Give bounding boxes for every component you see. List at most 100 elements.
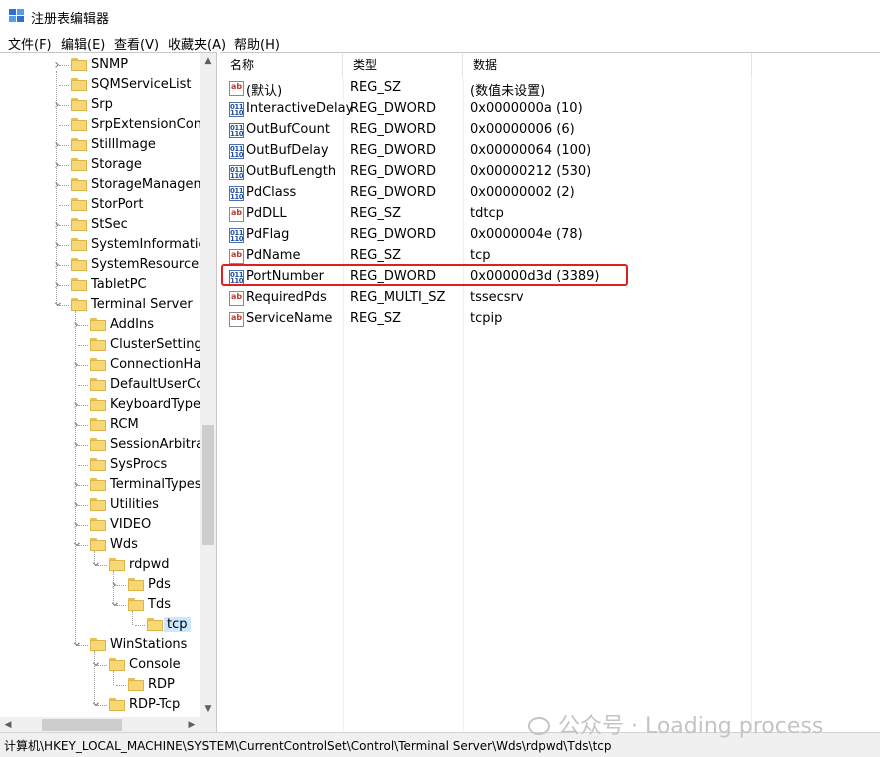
tree-item[interactable]: SrpExtensionConfig <box>0 115 200 135</box>
tree-item[interactable]: › SystemResources <box>0 255 200 275</box>
value-row[interactable]: 011 110 PdClass REG_DWORD 0x00000002 (2) <box>220 183 880 204</box>
tree-item[interactable]: ›KeyboardType Mapping <box>0 395 200 415</box>
tree-connector <box>59 85 69 86</box>
tree-item[interactable]: ›SessionArbitrationHelper <box>0 435 200 455</box>
scroll-down-icon[interactable]: ▼ <box>200 701 216 717</box>
tree-item[interactable]: StorPort <box>0 195 200 215</box>
folder-icon <box>71 98 87 111</box>
scroll-up-icon[interactable]: ▲ <box>200 53 216 69</box>
value-row[interactable]: 011 110 PdFlag REG_DWORD 0x0000004e (78) <box>220 225 880 246</box>
tree-item[interactable]: ›ConnectionHandler <box>0 355 200 375</box>
tree-connector <box>116 685 126 686</box>
tree-item[interactable]: › Srp <box>0 95 200 115</box>
value-row[interactable]: ab ServiceName REG_SZ tcpip <box>220 309 880 330</box>
column-header-name[interactable]: 名称 <box>220 53 343 77</box>
tree-item[interactable]: › SNMP <box>0 55 200 75</box>
value-data: tssecsrv <box>470 290 524 305</box>
value-row[interactable]: 011 110 InteractiveDelay REG_DWORD 0x000000… <box>220 99 880 120</box>
value-type: REG_DWORD <box>350 164 436 179</box>
values-list-pane[interactable]: 名称 类型 数据 ab (默认) REG_SZ (数值未设置) 011 110 Inter… <box>220 52 880 733</box>
tree-item[interactable]: ⌄ WinStations <box>0 635 200 655</box>
folder-icon <box>71 58 87 71</box>
tree-connector <box>78 525 88 526</box>
tree-item-label: TerminalTypes <box>110 477 200 492</box>
tree-connector <box>59 105 69 106</box>
tree-item-label: WinStations <box>110 637 188 652</box>
tree-item-label: Wds <box>110 537 138 552</box>
column-header-data[interactable]: 数据 <box>463 53 752 77</box>
string-value-icon: ab <box>229 249 244 264</box>
value-data: 0x0000000a (10) <box>470 101 583 116</box>
tree-item[interactable]: ›SystemInformation <box>0 235 200 255</box>
tree-item[interactable]: › Utilities <box>0 495 200 515</box>
menu-item-1[interactable]: 编辑(E) <box>61 34 105 53</box>
tree-item[interactable]: SysProcs <box>0 455 200 475</box>
scroll-left-icon[interactable]: ◀ <box>0 717 16 733</box>
tree-item[interactable]: SQMServiceList <box>0 75 200 95</box>
key-tree-pane[interactable]: ›SNMP SQMServiceList ›Srp SrpExtensionConfi… <box>0 52 217 733</box>
folder-icon <box>71 138 87 151</box>
tree-connector <box>56 71 57 305</box>
folder-icon <box>147 618 163 631</box>
value-name: OutBufDelay <box>246 143 329 158</box>
tree-item-label: TabletPC <box>91 277 147 292</box>
value-name: PdFlag <box>246 227 290 242</box>
tree-item[interactable]: › RCM <box>0 415 200 435</box>
tree-item-label: StorPort <box>91 197 144 212</box>
folder-icon <box>128 578 144 591</box>
menu-item-4[interactable]: 帮助(H) <box>234 34 280 53</box>
title-bar[interactable]: 注册表编辑器 <box>0 0 880 32</box>
tree-item-label: Pds <box>148 577 171 592</box>
tree-item[interactable]: ⌄ Console <box>0 655 200 675</box>
tree-item[interactable]: DefaultUserConfiguration <box>0 375 200 395</box>
scroll-thumb[interactable] <box>202 425 214 545</box>
tree-connector <box>59 185 69 186</box>
tree-item[interactable]: › Pds <box>0 575 200 595</box>
tree-connector <box>116 585 126 586</box>
value-type: REG_DWORD <box>350 185 436 200</box>
regedit-app-icon <box>9 9 24 22</box>
tree-item[interactable]: ⌄ Tds <box>0 595 200 615</box>
tree-item[interactable]: › VIDEO <box>0 515 200 535</box>
menu-item-2[interactable]: 查看(V) <box>114 34 159 53</box>
tree-item-label: Console <box>129 657 181 672</box>
value-name: ServiceName <box>246 311 333 326</box>
window-title: 注册表编辑器 <box>31 12 110 27</box>
column-header-type[interactable]: 类型 <box>343 53 463 77</box>
tree-item[interactable]: ›StorageManagement <box>0 175 200 195</box>
tree-vertical-scrollbar[interactable]: ▲ ▼ <box>200 53 216 717</box>
tree-item[interactable]: tcp <box>0 615 200 635</box>
tree-item[interactable]: RDP <box>0 675 200 695</box>
watermark-text: 公众号 · Loading process <box>558 714 824 739</box>
key-tree[interactable]: ›SNMP SQMServiceList ›Srp SrpExtensionConfi… <box>0 53 200 717</box>
value-row[interactable]: ab RequiredPds REG_MULTI_SZ tssecsrv <box>220 288 880 309</box>
tree-item[interactable]: › TabletPC <box>0 275 200 295</box>
tree-item[interactable]: › StSec <box>0 215 200 235</box>
tree-item[interactable]: ⌄ rdpwd <box>0 555 200 575</box>
tree-item-label: RDP <box>148 677 175 692</box>
value-row[interactable]: 011 110 OutBufDelay REG_DWORD 0x00000064 (1… <box>220 141 880 162</box>
tree-item[interactable]: ⌄ Terminal Server <box>0 295 200 315</box>
value-row[interactable]: ab PdDLL REG_SZ tdtcp <box>220 204 880 225</box>
scroll-thumb-horizontal[interactable] <box>42 719 122 731</box>
menu-item-3[interactable]: 收藏夹(A) <box>168 34 226 53</box>
value-type: REG_SZ <box>350 248 401 263</box>
tree-item[interactable]: › Storage <box>0 155 200 175</box>
tree-item[interactable]: › AddIns <box>0 315 200 335</box>
tree-connector <box>78 385 88 386</box>
menu-item-0[interactable]: 文件(F) <box>8 34 52 53</box>
scroll-right-icon[interactable]: ▶ <box>184 717 200 733</box>
tree-horizontal-scrollbar[interactable]: ◀ ▶ <box>0 717 200 733</box>
tree-item[interactable]: › StillImage <box>0 135 200 155</box>
value-row[interactable]: 011 110 OutBufLength REG_DWORD 0x00000212 (… <box>220 162 880 183</box>
value-row[interactable]: 011 110 OutBufCount REG_DWORD 0x00000006 (6… <box>220 120 880 141</box>
tree-item[interactable]: › TerminalTypes <box>0 475 200 495</box>
current-key-path: 计算机\HKEY_LOCAL_MACHINE\SYSTEM\CurrentCon… <box>4 739 612 753</box>
tree-item-label: Srp <box>91 97 113 112</box>
tree-item[interactable]: ClusterSettings <box>0 335 200 355</box>
folder-icon <box>128 598 144 611</box>
tree-item[interactable]: ⌄ Wds <box>0 535 200 555</box>
tree-item[interactable]: ⌄ RDP-Tcp <box>0 695 200 715</box>
tree-connector <box>59 245 69 246</box>
value-row[interactable]: ab (默认) REG_SZ (数值未设置) <box>220 78 880 99</box>
